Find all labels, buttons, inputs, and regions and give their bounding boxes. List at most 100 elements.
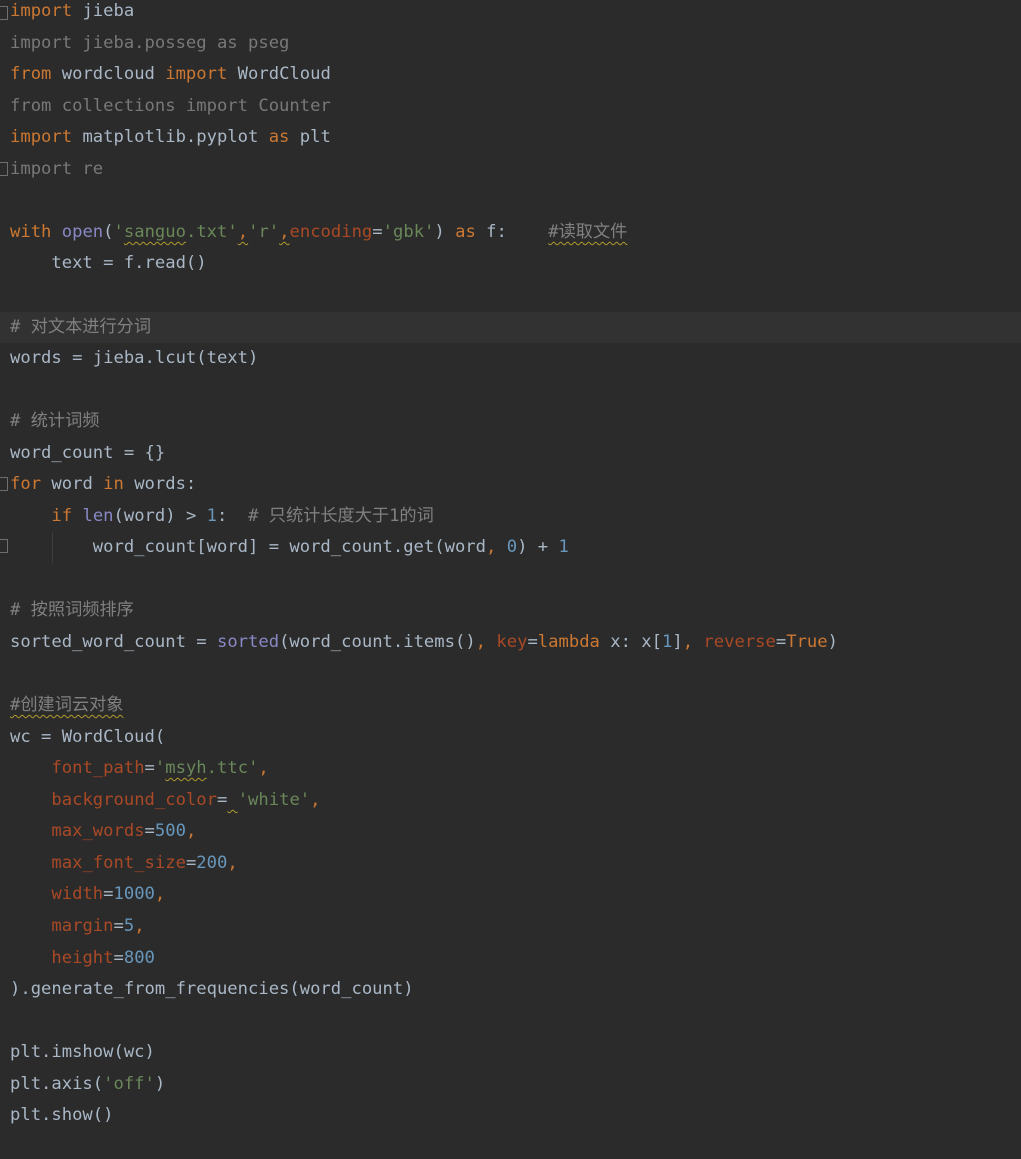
code-token: (word_count.items(): [279, 632, 476, 652]
code-line[interactable]: plt.axis('off'): [0, 1069, 1021, 1100]
code-line[interactable]: width=1000,: [0, 879, 1021, 910]
code-token: WordCloud: [227, 64, 331, 85]
code-token: =: [775, 632, 787, 652]
code-token: words:: [123, 474, 197, 495]
code-line[interactable]: if len(word) > 1: # 只统计长度大于1的词: [0, 501, 1021, 532]
code-line[interactable]: sorted_word_count = sorted(word_count.it…: [0, 627, 1021, 658]
code-token: matplotlib.pyplot: [72, 127, 269, 148]
code-token: import: [10, 1, 73, 21]
code-line[interactable]: height=800: [0, 943, 1021, 974]
code-token: =: [216, 789, 228, 810]
code-line[interactable]: ).generate_from_frequencies(word_count): [0, 974, 1021, 1005]
code-token: ).generate_from_frequencies(word_count): [10, 979, 414, 1000]
code-token: margin: [51, 915, 114, 936]
code-line[interactable]: # 统计词频: [0, 406, 1021, 437]
code-token: (: [103, 221, 114, 242]
code-token: True: [786, 632, 828, 652]
code-token: import jieba.posseg as pseg: [10, 32, 290, 53]
code-line[interactable]: max_font_size=200,: [0, 848, 1021, 879]
code-token: plt: [289, 127, 331, 148]
code-line[interactable]: font_path='msyh.ttc',: [0, 753, 1021, 784]
code-line[interactable]: plt.show(): [0, 1100, 1021, 1131]
code-token: # 按照词频排序: [10, 600, 134, 621]
code-token: 'off': [103, 1073, 155, 1094]
code-token: words = jieba.lcut(text): [10, 348, 259, 369]
code-token: 1: [661, 632, 673, 652]
code-token: sorted_word_count =: [10, 632, 217, 652]
code-token: =: [113, 947, 124, 968]
code-token: import: [10, 127, 73, 148]
code-token: #读取文件: [548, 221, 628, 242]
code-line[interactable]: plt.imshow(wc): [0, 1037, 1021, 1068]
code-line[interactable]: word_count[word] = word_count.get(word, …: [0, 532, 1021, 563]
code-token: jieba: [72, 1, 135, 21]
code-token: ): [154, 1073, 166, 1094]
code-line[interactable]: from collections import Counter: [0, 91, 1021, 122]
code-token: =: [144, 758, 155, 779]
code-line[interactable]: # 对文本进行分词: [0, 311, 1021, 343]
code-token: max_words: [51, 821, 145, 842]
code-token: # 统计词频: [10, 411, 100, 432]
code-line[interactable]: [0, 185, 1021, 216]
code-line[interactable]: [0, 1006, 1021, 1037]
code-token: # 对文本进行分词: [10, 316, 152, 337]
code-token: font_path: [51, 758, 145, 779]
code-token: .ttc': [206, 758, 259, 779]
code-line[interactable]: from wordcloud import WordCloud: [0, 59, 1021, 90]
code-line[interactable]: import jieba.posseg as pseg: [0, 28, 1021, 59]
code-token: x: x[: [599, 632, 662, 652]
code-token: word_count[word] = word_count.get(word: [10, 537, 486, 558]
code-line[interactable]: text = f.read(): [0, 248, 1021, 279]
code-token: ,: [682, 632, 694, 652]
code-line[interactable]: wc = WordCloud(: [0, 722, 1021, 753]
code-token: 500: [154, 821, 186, 842]
code-token: =: [185, 852, 197, 873]
code-token: ,: [279, 221, 290, 242]
code-token: =: [144, 821, 155, 842]
code-token: 'gbk': [382, 221, 435, 242]
code-token: plt.show(): [10, 1105, 114, 1126]
code-line[interactable]: margin=5,: [0, 911, 1021, 942]
code-line[interactable]: with open('sanguo.txt','r',encoding='gbk…: [0, 217, 1021, 248]
code-token: text = f.read(): [10, 253, 207, 274]
code-line[interactable]: #创建词云对象: [0, 690, 1021, 721]
code-token: max_font_size: [51, 852, 186, 873]
code-token: len: [82, 505, 114, 526]
code-line[interactable]: [0, 564, 1021, 595]
code-line[interactable]: [0, 659, 1021, 690]
code-line[interactable]: background_color= 'white',: [0, 785, 1021, 816]
code-token: ,: [237, 221, 249, 242]
code-line[interactable]: # 按照词频排序: [0, 595, 1021, 626]
code-line[interactable]: [0, 280, 1021, 311]
code-token: 'r': [248, 221, 280, 242]
code-line[interactable]: import re: [0, 154, 1021, 185]
code-line[interactable]: import jieba: [0, 0, 1021, 27]
code-token: ': [154, 758, 166, 779]
code-token: ,: [486, 537, 497, 558]
code-line[interactable]: for word in words:: [0, 469, 1021, 500]
code-token: ': [113, 221, 124, 242]
code-token: ): [434, 221, 456, 242]
code-line[interactable]: max_words=500,: [0, 816, 1021, 847]
code-token: msyh: [165, 758, 207, 779]
code-token: from: [10, 64, 52, 85]
code-line[interactable]: import matplotlib.pyplot as plt: [0, 122, 1021, 153]
code-token: ,: [227, 852, 238, 873]
code-line[interactable]: words = jieba.lcut(text): [0, 343, 1021, 374]
code-line[interactable]: word_count = {}: [0, 438, 1021, 469]
code-line[interactable]: [0, 375, 1021, 406]
code-token: word_count = {}: [10, 442, 166, 463]
code-token: in: [103, 474, 124, 495]
code-token: wordcloud: [51, 64, 166, 85]
code-token: =: [527, 632, 538, 652]
code-editor[interactable]: import jieba import jieba.posseg as pseg f…: [0, 0, 1021, 1159]
code-token: ) +: [517, 537, 559, 558]
code-token: import: [165, 64, 228, 85]
